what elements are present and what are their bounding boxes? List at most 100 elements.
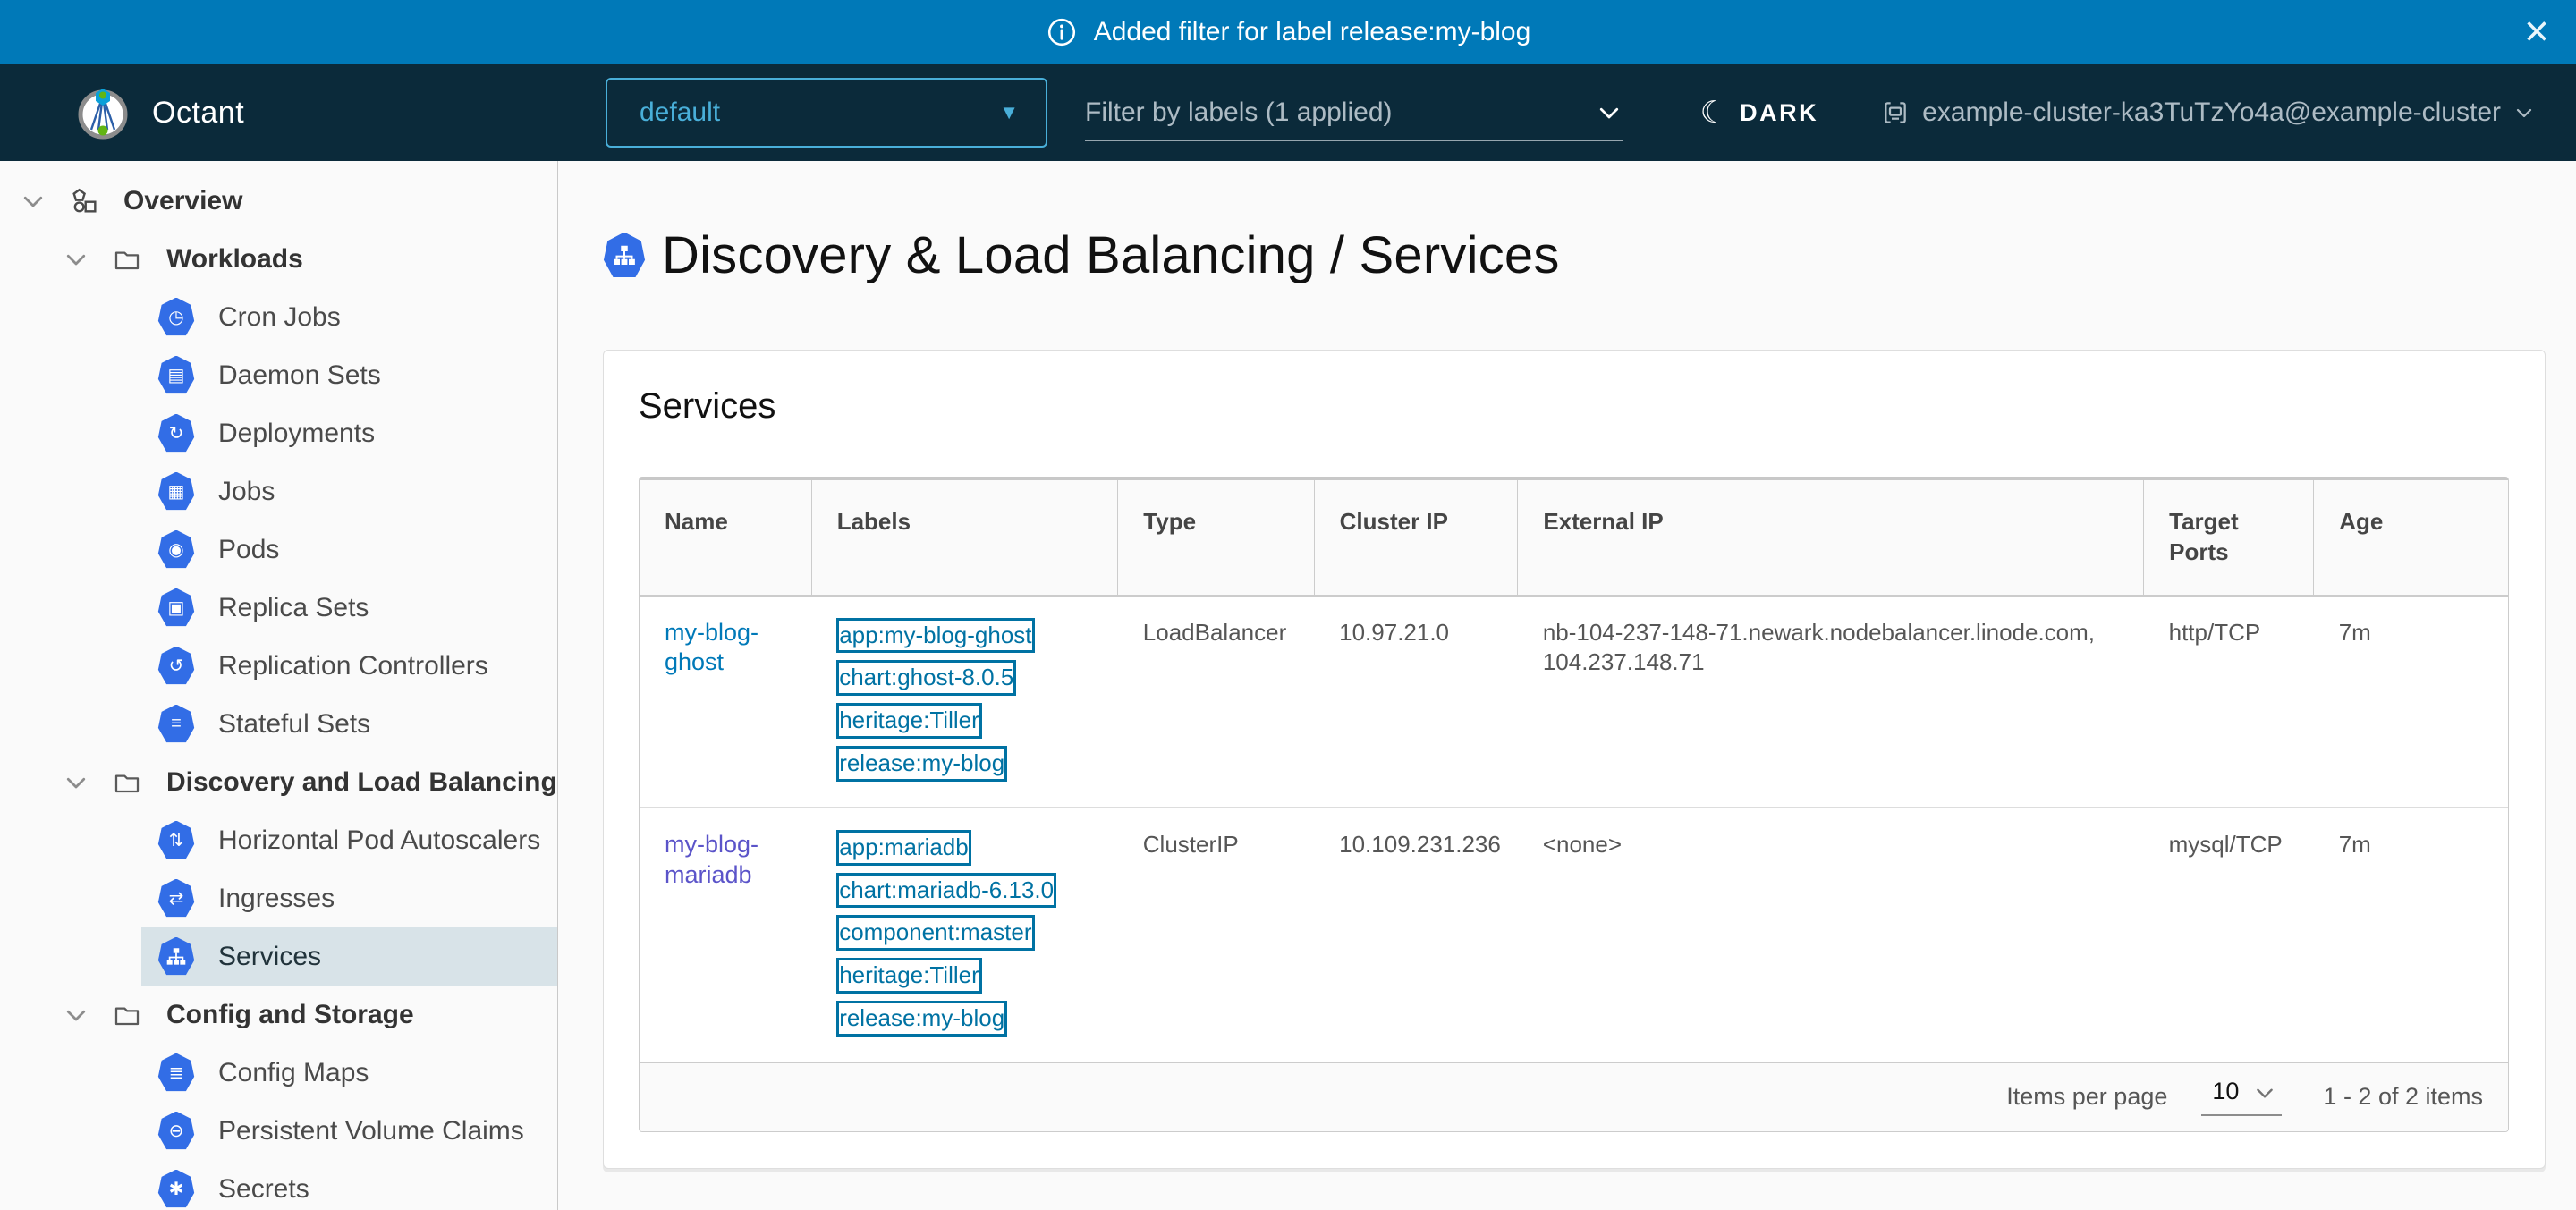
items-per-page-value: 10 <box>2212 1078 2239 1104</box>
sidebar-item-label: Ingresses <box>218 884 335 914</box>
pvc-icon: ⊖ <box>157 1112 195 1151</box>
table-header-row: Name Labels Type Cluster IP External IP … <box>640 480 2508 596</box>
chevron-down-icon[interactable] <box>20 188 47 215</box>
cron-jobs-icon: ◷ <box>157 298 195 337</box>
app-title: Octant <box>152 96 244 131</box>
sidebar-item-label: Secrets <box>218 1174 309 1205</box>
sidebar-group-discovery-and-load-balancing[interactable]: Discovery and Load Balancing <box>0 753 557 811</box>
services-table: Name Labels Type Cluster IP External IP … <box>640 480 2508 1062</box>
cluster-icon <box>1881 98 1910 127</box>
sidebar-item-deployments[interactable]: ↻ Deployments <box>0 404 557 462</box>
external-ip-cell: <none> <box>1518 808 2144 1062</box>
label-filter-dropdown[interactable]: Filter by labels (1 applied) <box>1085 84 1623 141</box>
label-pill[interactable]: app:my-blog-ghost <box>836 618 1034 654</box>
theme-toggle-label: DARK <box>1740 99 1818 127</box>
sidebar-item-secrets[interactable]: ✱ Secrets <box>0 1160 557 1210</box>
sidebar-item-ingresses[interactable]: ⇄ Ingresses <box>0 869 557 927</box>
sidebar-item-label: Replication Controllers <box>218 651 488 681</box>
sidebar-item-label: Config Maps <box>218 1058 369 1088</box>
sidebar-item-label: Jobs <box>218 477 275 507</box>
sidebar-item-label: Cron Jobs <box>218 302 341 333</box>
notification-banner: Added filter for label release:my-blog × <box>0 0 2576 64</box>
target-ports-cell: mysql/TCP <box>2144 808 2314 1062</box>
type-cell: LoadBalancer <box>1118 596 1314 808</box>
sidebar-item-label: Horizontal Pod Autoscalers <box>218 825 540 856</box>
sidebar-item-overview[interactable]: Overview <box>0 172 557 230</box>
hpa-icon: ⇅ <box>157 821 195 860</box>
sidebar-item-label: Overview <box>123 186 242 216</box>
cluster-ip-cell: 10.97.21.0 <box>1314 596 1518 808</box>
close-icon[interactable]: × <box>2524 11 2549 54</box>
target-ports-cell: http/TCP <box>2144 596 2314 808</box>
pods-icon: ◉ <box>157 530 195 570</box>
page-title: Discovery & Load Balancing / Services <box>662 225 1560 285</box>
cluster-selector[interactable]: example-cluster-ka3TuTzYo4a@example-clus… <box>1881 97 2535 128</box>
services-icon <box>157 937 195 977</box>
config-maps-icon: ≣ <box>157 1053 195 1093</box>
column-header-cluster-ip: Cluster IP <box>1314 480 1518 596</box>
chevron-down-icon[interactable] <box>63 246 89 273</box>
card-title: Services <box>639 386 2509 427</box>
replication-controllers-icon: ↺ <box>157 647 195 686</box>
sidebar-item-label: Daemon Sets <box>218 360 381 391</box>
column-header-target-ports: Target Ports <box>2144 480 2314 596</box>
sidebar-group-label: Workloads <box>166 244 303 275</box>
moon-icon: ☾ <box>1700 95 1727 131</box>
sidebar-item-horizontal-pod-autoscalers[interactable]: ⇅ Horizontal Pod Autoscalers <box>0 811 557 869</box>
sidebar-item-cron-jobs[interactable]: ◷ Cron Jobs <box>0 288 557 346</box>
sidebar-item-stateful-sets[interactable]: ≡ Stateful Sets <box>0 695 557 753</box>
sidebar-item-jobs[interactable]: ▦ Jobs <box>0 462 557 520</box>
folder-icon <box>113 768 141 797</box>
label-filter-text: Filter by labels (1 applied) <box>1085 97 1393 128</box>
sidebar-item-pods[interactable]: ◉ Pods <box>0 520 557 579</box>
folder-icon <box>113 1001 141 1029</box>
navigation-sidebar: Overview Workloads ◷ Cron Jobs ▤ Daemon … <box>0 161 558 1210</box>
sidebar-group-config-and-storage[interactable]: Config and Storage <box>0 986 557 1044</box>
label-pill[interactable]: heritage:Tiller <box>836 703 982 739</box>
sidebar-item-daemon-sets[interactable]: ▤ Daemon Sets <box>0 346 557 404</box>
chevron-down-icon <box>1596 99 1623 126</box>
column-header-labels: Labels <box>811 480 1118 596</box>
main-content: Discovery & Load Balancing / Services Se… <box>558 161 2576 1210</box>
sidebar-group-label: Discovery and Load Balancing <box>166 767 557 798</box>
theme-toggle-button[interactable]: ☾ DARK <box>1700 95 1818 131</box>
service-link[interactable]: my-blog-mariadb <box>665 830 795 891</box>
app-header: Octant default ▼ Filter by labels (1 app… <box>0 64 2576 161</box>
label-pill[interactable]: release:my-blog <box>836 746 1007 782</box>
sidebar-item-services[interactable]: Services <box>141 927 557 986</box>
type-cell: ClusterIP <box>1118 808 1314 1062</box>
page-title-row: Discovery & Load Balancing / Services <box>603 225 2546 285</box>
chevron-down-icon <box>2253 1081 2276 1104</box>
namespace-select[interactable]: default ▼ <box>606 78 1047 148</box>
age-cell: 7m <box>2314 808 2508 1062</box>
sidebar-group-workloads[interactable]: Workloads <box>0 230 557 288</box>
chevron-down-icon[interactable] <box>63 769 89 796</box>
column-header-external-ip: External IP <box>1518 480 2144 596</box>
chevron-down-icon[interactable] <box>63 1002 89 1028</box>
brand: Octant <box>75 85 244 140</box>
label-pill[interactable]: heritage:Tiller <box>836 958 982 994</box>
sidebar-item-config-maps[interactable]: ≣ Config Maps <box>0 1044 557 1102</box>
label-pill[interactable]: app:mariadb <box>836 830 971 866</box>
secrets-icon: ✱ <box>157 1170 195 1209</box>
deployments-icon: ↻ <box>157 414 195 453</box>
label-pill[interactable]: release:my-blog <box>836 1001 1007 1037</box>
table-row: my-blog-ghost app:my-blog-ghost chart:gh… <box>640 596 2508 808</box>
service-link[interactable]: my-blog-ghost <box>665 618 795 679</box>
sidebar-item-replica-sets[interactable]: ▣ Replica Sets <box>0 579 557 637</box>
sidebar-item-label: Pods <box>218 535 279 565</box>
label-pill[interactable]: component:master <box>836 915 1034 951</box>
replica-sets-icon: ▣ <box>157 588 195 628</box>
ingresses-icon: ⇄ <box>157 879 195 918</box>
cluster-name: example-cluster-ka3TuTzYo4a@example-clus… <box>1922 97 2501 128</box>
table-pagination: Items per page 10 1 - 2 of 2 items <box>640 1062 2508 1131</box>
label-pill[interactable]: chart:mariadb-6.13.0 <box>836 873 1056 909</box>
daemon-sets-icon: ▤ <box>157 356 195 395</box>
sidebar-item-replication-controllers[interactable]: ↺ Replication Controllers <box>0 637 557 695</box>
items-per-page-select[interactable]: 10 <box>2201 1078 2282 1116</box>
services-datagrid: Name Labels Type Cluster IP External IP … <box>639 477 2509 1132</box>
sidebar-item-persistent-volume-claims[interactable]: ⊖ Persistent Volume Claims <box>0 1102 557 1160</box>
sidebar-item-label: Persistent Volume Claims <box>218 1116 524 1147</box>
label-pill[interactable]: chart:ghost-8.0.5 <box>836 660 1016 696</box>
services-card: Services Name Labels Type Cluster IP <box>603 350 2546 1169</box>
